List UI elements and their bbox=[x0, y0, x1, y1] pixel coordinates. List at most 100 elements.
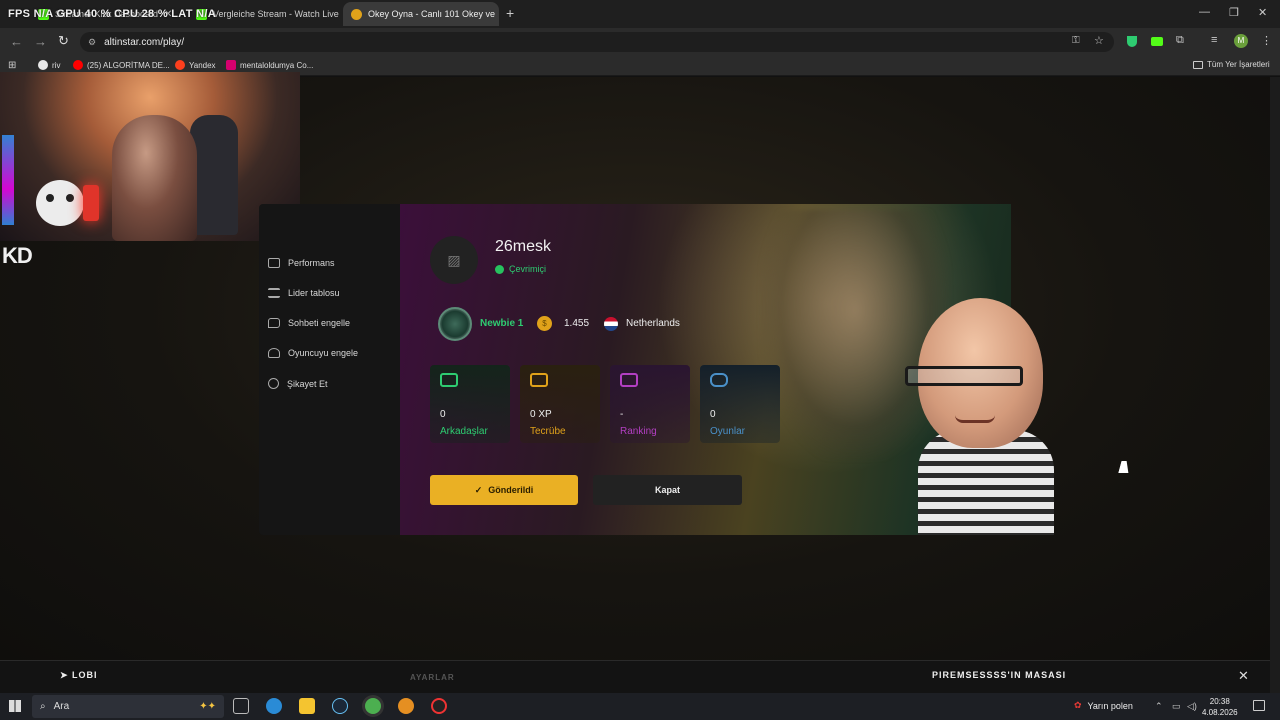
experience-icon bbox=[530, 373, 548, 387]
sidebar-item-report[interactable]: Şikayet Et bbox=[268, 378, 328, 389]
status-label: Çevrimiçi bbox=[509, 264, 546, 274]
tab-okey-oyna[interactable]: Okey Oyna - Canlı 101 Okey ve ✕ bbox=[343, 2, 499, 26]
obs-icon[interactable] bbox=[431, 698, 447, 714]
stat-label: Ranking bbox=[620, 426, 657, 437]
panda-plush bbox=[36, 180, 84, 226]
rank-badge-icon bbox=[438, 307, 472, 341]
bookmark-star-icon[interactable]: ☆ bbox=[1094, 34, 1104, 47]
chrome-profile-icon[interactable] bbox=[398, 698, 414, 714]
clock-date: 4.08.2026 bbox=[1202, 708, 1238, 717]
performance-overlay: FPS N/A GPU 40 % CPU 28 % LAT N/A bbox=[8, 8, 216, 20]
scrollbar[interactable] bbox=[1270, 77, 1280, 693]
sidebar-item-label: Performans bbox=[288, 258, 335, 268]
minimize-button[interactable]: — bbox=[1199, 6, 1210, 18]
stat-label: Arkadaşlar bbox=[440, 426, 488, 437]
weather-widget[interactable]: ✿ Yarın polen bbox=[1074, 700, 1133, 711]
back-icon[interactable]: ← bbox=[10, 34, 23, 49]
sidebar-item-performance[interactable]: Performans bbox=[268, 258, 335, 268]
check-icon: ✓ bbox=[474, 484, 483, 495]
netherlands-flag-icon bbox=[604, 317, 618, 331]
country-label: Netherlands bbox=[626, 318, 680, 329]
menu-icon[interactable]: ⋮ bbox=[1261, 34, 1272, 47]
stat-card-friends: 0 Arkadaşlar bbox=[430, 365, 510, 443]
notification-icon[interactable] bbox=[1253, 700, 1265, 711]
reload-icon[interactable]: ↻ bbox=[58, 33, 69, 49]
bookmark-favicon bbox=[38, 60, 48, 70]
system-clock[interactable]: 20:38 4.08.2026 bbox=[1202, 696, 1238, 718]
new-tab-button[interactable]: + bbox=[506, 5, 514, 21]
lobby-button[interactable]: ➤ LOBI bbox=[60, 670, 98, 681]
password-key-icon[interactable]: ⚿ bbox=[1072, 35, 1080, 46]
neon-light bbox=[2, 135, 14, 225]
profile-avatar[interactable]: M bbox=[1234, 34, 1248, 48]
friends-icon bbox=[440, 373, 458, 387]
steam-icon[interactable] bbox=[332, 698, 348, 714]
url-text: altinstar.com/play/ bbox=[104, 36, 185, 48]
username: 26mesk bbox=[495, 238, 552, 255]
close-button[interactable]: Kapat bbox=[593, 475, 742, 505]
sidebar-item-label: Sohbeti engelle bbox=[288, 318, 351, 328]
restore-button[interactable]: ❐ bbox=[1229, 6, 1239, 19]
chrome-icon[interactable] bbox=[365, 698, 381, 714]
taskbar-search[interactable]: ⌕ Ara ✦✦ bbox=[32, 695, 224, 718]
bookmark-label: mentaloldumya Co... bbox=[240, 60, 314, 70]
file-explorer-icon[interactable] bbox=[299, 698, 315, 714]
streamer-logo: KD bbox=[2, 243, 33, 268]
media-icon[interactable]: ≡ bbox=[1211, 34, 1217, 46]
stat-card-experience: 0 XP Tecrübe bbox=[520, 365, 600, 443]
blurred-portrait bbox=[760, 210, 950, 460]
stat-value: 0 XP bbox=[530, 409, 552, 420]
stat-card-games: 0 Oyunlar bbox=[700, 365, 780, 443]
task-view-icon[interactable] bbox=[233, 698, 249, 714]
online-status: Çevrimiçi bbox=[495, 264, 546, 274]
bookmark-item[interactable]: (25) ALGORİTMA DE... bbox=[73, 60, 170, 70]
forward-icon[interactable]: → bbox=[34, 34, 47, 49]
settings-tab[interactable]: AYARLAR bbox=[410, 673, 455, 682]
address-bar[interactable]: ⚙ altinstar.com/play/ bbox=[80, 32, 1114, 52]
close-icon[interactable]: ✕ bbox=[1238, 668, 1249, 684]
bookmark-item[interactable]: Yandex bbox=[175, 60, 216, 70]
tray-chevron-icon[interactable]: ⌃ bbox=[1155, 701, 1163, 712]
warning-icon bbox=[268, 378, 279, 389]
stat-card-ranking: - Ranking bbox=[610, 365, 690, 443]
shield-icon[interactable] bbox=[1127, 36, 1137, 47]
windows-start-icon[interactable] bbox=[9, 700, 21, 712]
network-icon[interactable]: ▭ bbox=[1172, 701, 1181, 712]
stat-value: 0 bbox=[440, 409, 446, 420]
mascot-glasses bbox=[905, 366, 1023, 386]
window-close-button[interactable]: ✕ bbox=[1258, 6, 1267, 19]
apps-grid-icon[interactable]: ⊞ bbox=[8, 60, 16, 71]
weather-label: Yarın polen bbox=[1087, 700, 1133, 711]
mascot-mouth bbox=[955, 415, 995, 423]
bookmark-label: Yandex bbox=[189, 60, 216, 70]
button-label: Gönderildi bbox=[488, 485, 534, 495]
sidebar-item-leaderboard[interactable]: Lider tablosu bbox=[268, 288, 340, 298]
extension-icon[interactable] bbox=[1151, 37, 1163, 46]
streamer-figure bbox=[112, 115, 197, 241]
bookmark-favicon bbox=[226, 60, 236, 70]
friend-request-sent-button[interactable]: ✓ Gönderildi bbox=[430, 475, 578, 505]
tab-label: Vergleiche Stream - Watch Live bbox=[213, 9, 339, 19]
site-info-icon[interactable]: ⚙ bbox=[88, 37, 96, 48]
puzzle-icon[interactable]: ⧉ bbox=[1176, 34, 1184, 47]
search-icon: ⌕ bbox=[40, 701, 46, 712]
bookmark-label: Tüm Yer İşaretleri bbox=[1207, 60, 1270, 69]
sidebar-item-block-chat[interactable]: Sohbeti engelle bbox=[268, 318, 350, 328]
navigation-arrow-icon: ➤ bbox=[60, 670, 73, 680]
sidebar-item-label: Oyuncuyu engele bbox=[288, 348, 359, 358]
stat-value: 0 bbox=[710, 409, 716, 420]
search-placeholder: Ara bbox=[53, 701, 70, 712]
bookmark-item[interactable]: mentaloldumya Co... bbox=[226, 60, 313, 70]
volume-icon[interactable]: ◁) bbox=[1187, 701, 1197, 712]
edge-icon[interactable] bbox=[266, 698, 282, 714]
chat-icon bbox=[268, 318, 280, 328]
lobby-label: LOBI bbox=[72, 670, 98, 680]
all-bookmarks-folder[interactable]: Tüm Yer İşaretleri bbox=[1193, 60, 1270, 69]
image-icon bbox=[268, 258, 280, 268]
bookmark-item[interactable]: riv bbox=[38, 60, 60, 70]
tab-label: Okey Oyna - Canlı 101 Okey ve bbox=[368, 9, 496, 19]
sidebar-item-block-player[interactable]: Oyuncuyu engele bbox=[268, 348, 358, 358]
red-cup bbox=[83, 185, 99, 221]
table-title: PIREMSESSSS'IN MASASI bbox=[932, 670, 1067, 680]
altinstar-icon bbox=[351, 8, 362, 20]
